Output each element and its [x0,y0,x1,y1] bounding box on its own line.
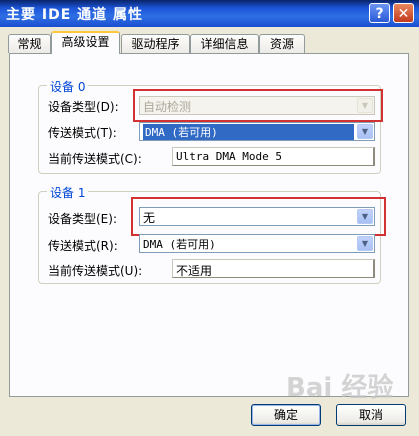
tab-advanced[interactable]: 高级设置 [51,31,120,54]
tab-general[interactable]: 常规 [8,34,51,53]
device1-transfer-select[interactable]: DMA (若可用) ▼ [139,234,375,253]
device1-current-value: 不适用 [176,264,213,278]
chevron-down-icon: ▼ [357,124,373,139]
device1-transfer-label: 传送模式(R): [48,239,118,253]
highlight-box [133,89,383,122]
highlight-box [131,197,386,236]
tab-resources[interactable]: 资源 [259,34,305,53]
window-title: 主要 IDE 通道 属性 [6,7,144,23]
device0-transfer-value: DMA (若可用) [143,124,354,140]
tab-driver[interactable]: 驱动程序 [121,34,190,53]
device0-transfer-label: 传送模式(T): [48,126,117,140]
device1-current-field: 不适用 [172,259,375,278]
help-button[interactable]: ? [369,3,390,23]
watermark-logo: Bai 经验 [286,373,394,403]
device1-current-label: 当前传送模式(U): [48,264,143,278]
device0-transfer-select[interactable]: DMA (若可用) ▼ [139,122,375,141]
device1-title: 设备 1 [47,184,89,201]
device0-current-field: Ultra DMA Mode 5 [172,147,375,166]
chevron-down-icon: ▼ [357,236,373,251]
device1-transfer-value: DMA (若可用) [143,238,216,251]
device0-current-value: Ultra DMA Mode 5 [176,150,282,163]
cancel-button[interactable]: 取消 [336,404,406,426]
device0-type-label: 设备类型(D): [48,100,119,114]
device0-title: 设备 0 [47,78,89,95]
device1-type-label: 设备类型(E): [48,212,117,226]
ok-button[interactable]: 确定 [251,404,321,426]
tab-details[interactable]: 详细信息 [190,34,259,53]
device0-current-label: 当前传送模式(C): [48,152,142,166]
close-button[interactable]: ✕ [393,3,414,23]
title-bar: 主要 IDE 通道 属性 ? ✕ [0,0,419,27]
